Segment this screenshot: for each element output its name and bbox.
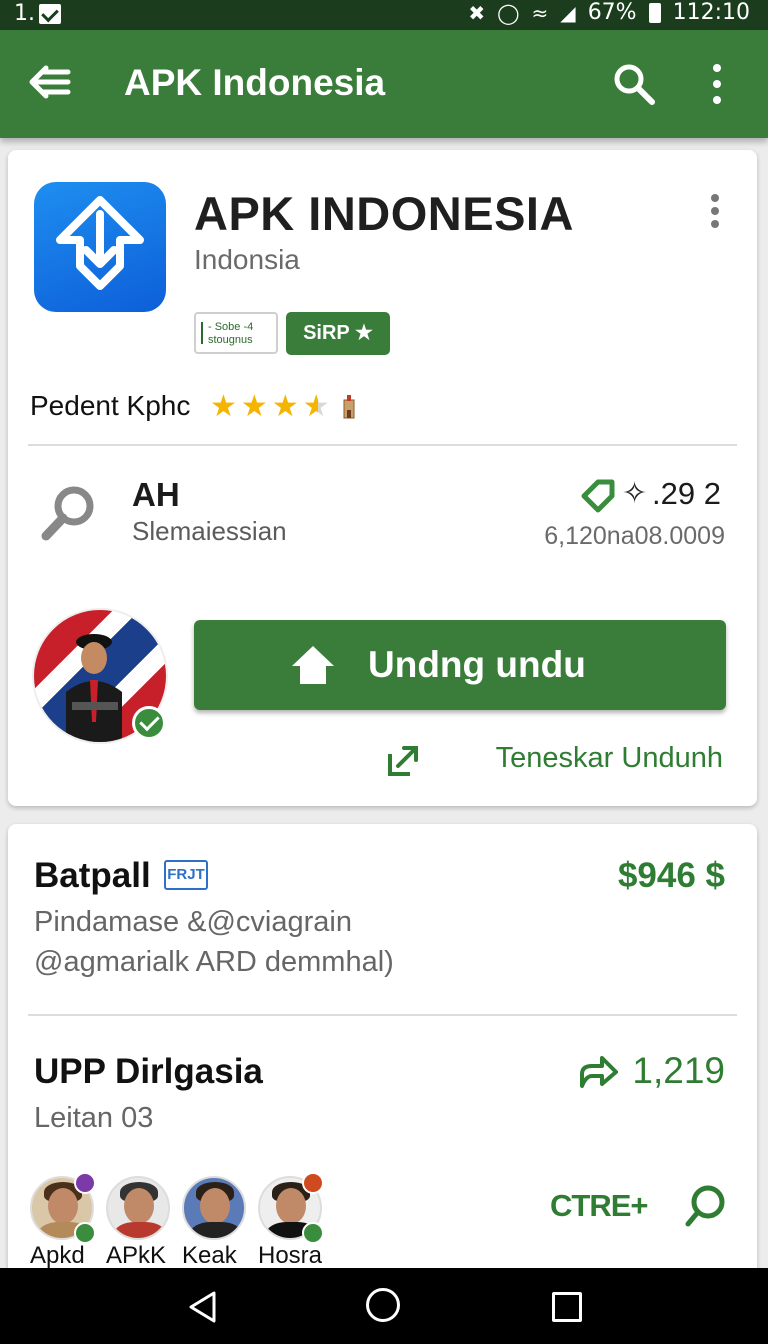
system-nav-bar [0,1268,768,1344]
check-box-icon [39,3,61,24]
divider [28,1014,737,1016]
user-item[interactable]: Apkd [30,1172,98,1270]
star-rating: ★ ★ ★ ★ [210,390,358,424]
alarm-icon: ◯ [497,0,520,25]
star-icon: ★ [271,390,299,423]
list-card: Batpall FRJT $946 $ Pindamase &@cviagrai… [8,824,757,1284]
share-icon[interactable] [578,1054,618,1090]
alternative-download-link[interactable]: Teneskar Undunh [496,742,723,775]
user-item[interactable]: Keak [182,1176,250,1270]
app-subtitle: Indonsia [194,244,300,275]
download-button[interactable]: Undng undu [194,620,726,710]
tower-icon [340,394,358,420]
more-vert-icon[interactable] [702,62,732,106]
divider [28,444,737,446]
status-bar: 1. ✖ ◯ ≈ ◢ 67% 112:10 [0,0,768,30]
user-name: Apkd [30,1242,85,1269]
chat-search-icon[interactable] [682,1184,726,1228]
item-price: $946 $ [617,856,725,895]
magnifier-icon [36,480,102,546]
info-count: .29 2 [652,476,721,511]
user-status-icon [302,1172,324,1194]
user-name: Keak [182,1242,237,1269]
user-item[interactable]: APkK [106,1176,174,1270]
external-link-icon[interactable] [386,744,420,778]
star-icon: ★ [210,390,237,423]
back-arrow-icon[interactable] [26,60,74,104]
cta-button[interactable]: CTRE+ [550,1188,648,1224]
list-item-title[interactable]: Batpall [34,856,151,896]
list-item-title[interactable]: UPP Dirlgasia [34,1052,263,1092]
half-star-icon: ★ [302,390,330,423]
user-list: Apkd APkK Keak Hosra [30,1172,326,1270]
wifi-icon: ≈ [531,0,549,25]
app-logo-icon [34,182,166,312]
sparkle-icon: ✧ [622,477,648,510]
nav-back-icon[interactable] [186,1290,220,1324]
item-description-line2: @agmarialk ARD demmhal) [34,946,394,978]
app-name: APK INDONESIA [194,187,574,240]
verified-check-icon [132,706,166,740]
info-title: AH [132,476,180,513]
user-online-icon [74,1222,96,1244]
user-online-icon [302,1222,324,1244]
battery-percent: 67% [587,0,637,25]
item-subtitle: Leitan 03 [34,1102,154,1134]
status-left-text: 1. [14,1,35,26]
user-avatar [182,1176,246,1240]
star-icon: ★ [240,390,268,423]
user-name: APkK [106,1242,167,1269]
app-bar: APK Indonesia [0,30,768,138]
card-more-icon[interactable] [702,192,728,232]
user-item[interactable]: Hosra [258,1172,326,1270]
item-count: 1,219 [632,1050,725,1091]
download-button-label: Undng undu [368,644,586,685]
item-description-line1: Pindamase &@cviagrain [34,906,352,938]
info-date: 6,120na08.0009 [544,522,725,550]
info-subtitle: Slemaiessian [132,516,287,546]
app-detail-card: APK INDONESIA Indonsia - Sobe -4 stougnu… [8,150,757,806]
tag-icon [580,478,616,514]
user-name: Hosra [258,1242,323,1269]
app-bar-title: APK Indonesia [124,62,386,103]
nav-home-icon[interactable] [366,1288,400,1322]
user-avatar [106,1176,170,1240]
user-status-icon [74,1172,96,1194]
nav-recent-icon[interactable] [552,1292,582,1322]
item-badge: FRJT [164,860,208,890]
category-badge: - Sobe -4 stougnus [194,312,278,354]
battery-icon [648,2,661,23]
rating-label: Pedent Kphc [30,390,191,421]
mute-icon: ✖ [468,0,486,25]
signal-icon: ◢ [560,0,576,25]
house-upload-icon [292,646,334,684]
search-icon[interactable] [610,60,658,108]
clock: 112:10 [672,0,750,25]
rating-badge: SiRP ★ [286,312,390,355]
